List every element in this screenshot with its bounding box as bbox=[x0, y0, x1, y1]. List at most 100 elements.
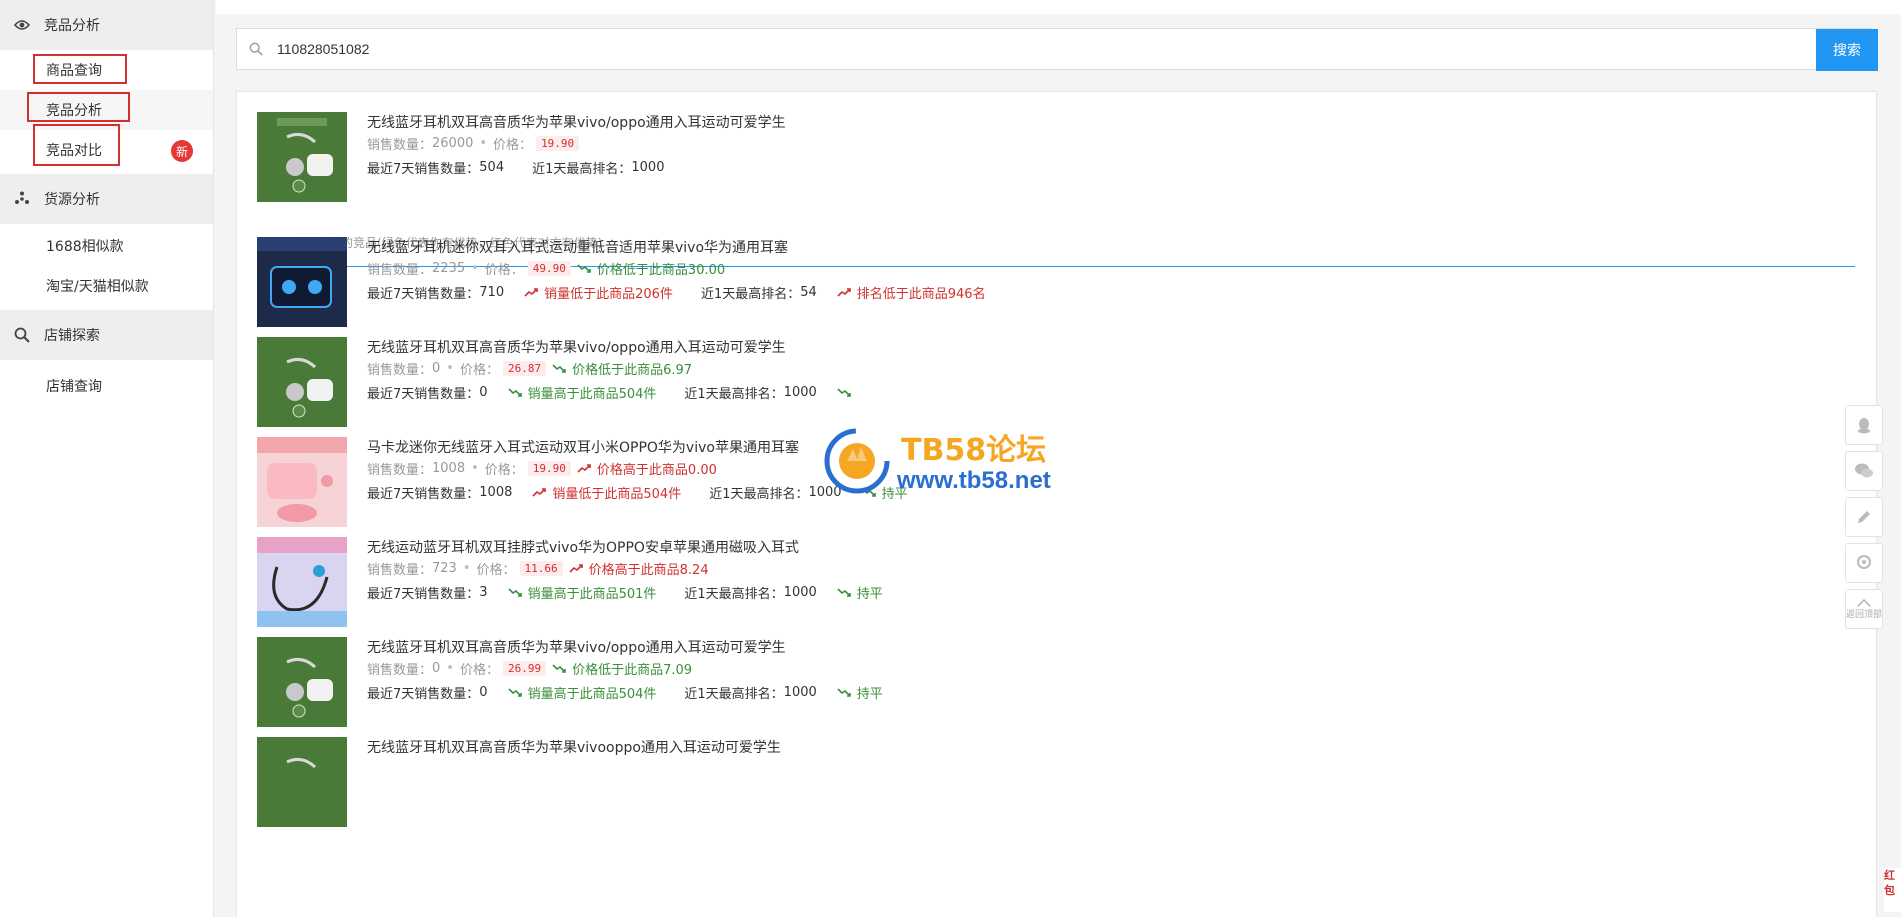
sales7-label: 最近7天销售数量： bbox=[367, 687, 480, 702]
results-panel: 无线蓝牙耳机双耳高音质华为苹果vivo/oppo通用入耳运动可爱学生 销售数量：… bbox=[236, 91, 1877, 917]
price-value: 11.66 bbox=[519, 561, 563, 576]
trend-down-icon bbox=[507, 688, 528, 697]
trend-up-icon bbox=[532, 488, 552, 497]
chat-icon bbox=[1855, 463, 1873, 478]
price-label: 价格： bbox=[484, 263, 524, 278]
trend-down-icon bbox=[837, 588, 857, 597]
sales7-value: 1008 bbox=[479, 485, 513, 500]
sidebar-item-shop-query[interactable]: 店铺查询 bbox=[0, 366, 213, 406]
location-icon bbox=[1857, 555, 1871, 569]
product-image[interactable] bbox=[257, 237, 347, 327]
watermark: TB58论坛 www.tb58.net bbox=[823, 425, 1083, 495]
rank-value: 1000 bbox=[783, 385, 817, 400]
sidebar-group-source-analysis[interactable]: 货源分析 bbox=[0, 174, 213, 224]
wechat-button[interactable] bbox=[1845, 451, 1883, 491]
price-compare-text: 价格高于此商品0.00 bbox=[596, 463, 717, 478]
product-title[interactable]: 无线蓝牙耳机双耳高音质华为苹果vivooppo通用入耳运动可爱学生 bbox=[367, 737, 781, 757]
product-image[interactable] bbox=[257, 112, 347, 202]
location-button[interactable] bbox=[1845, 543, 1883, 583]
back-to-top-label: 返回顶部 bbox=[1846, 609, 1883, 620]
search-input[interactable] bbox=[277, 37, 1677, 61]
sales-value: 723 bbox=[432, 561, 457, 576]
rank-compare-text: 持平 bbox=[856, 587, 883, 602]
product-title[interactable]: 无线蓝牙耳机双耳高音质华为苹果vivo/oppo通用入耳运动可爱学生 bbox=[367, 112, 786, 132]
product-image[interactable] bbox=[257, 637, 347, 727]
rank-label: 近1天最高排名： bbox=[532, 162, 632, 177]
sidebar-group-shop-explore[interactable]: 店铺探索 bbox=[0, 310, 213, 360]
trend-up-icon bbox=[577, 464, 597, 473]
search-button[interactable]: 搜索 bbox=[1816, 29, 1878, 71]
sidebar-group-competitor-analysis[interactable]: 竞品分析 bbox=[0, 0, 213, 50]
product-image[interactable] bbox=[257, 737, 347, 827]
search-icon bbox=[249, 41, 265, 57]
separator-dot: • bbox=[446, 361, 454, 376]
sales-compare-text: 销量高于此商品501件 bbox=[527, 587, 657, 602]
sales-compare: 销量高于此商品504件 bbox=[507, 683, 657, 702]
sidebar: 竞品分析 商品查询 竞品分析 竞品对比 新 货源分析 1688相似款 淘宝/天猫… bbox=[0, 0, 214, 917]
product-title[interactable]: 马卡龙迷你无线蓝牙入耳式运动双耳小米OPPO华为vivo苹果通用耳塞 bbox=[367, 437, 799, 457]
sidebar-item-taobao-similar[interactable]: 淘宝/天猫相似款 bbox=[0, 266, 213, 306]
sales-compare-text: 销量高于此商品504件 bbox=[527, 687, 657, 702]
watermark-url: www.tb58.net bbox=[897, 467, 1051, 494]
sales-compare-text: 销量高于此商品504件 bbox=[527, 387, 657, 402]
rank-compare: 排名低于此商品946名 bbox=[837, 283, 986, 302]
product-image[interactable] bbox=[257, 337, 347, 427]
separator-dot: • bbox=[471, 461, 479, 476]
sales7-label: 最近7天销售数量： bbox=[367, 587, 480, 602]
app-root: 竞品分析 商品查询 竞品分析 竞品对比 新 货源分析 1688相似款 淘宝/天猫… bbox=[0, 0, 1901, 917]
trend-up-icon bbox=[524, 288, 544, 297]
product-image[interactable] bbox=[257, 537, 347, 627]
sidebar-item-competitor-compare[interactable]: 竞品对比 新 bbox=[0, 124, 213, 170]
sales-label: 销售数量： bbox=[367, 138, 433, 153]
qq-button[interactable] bbox=[1845, 405, 1883, 445]
highlight-box bbox=[33, 54, 127, 84]
trend-down-icon bbox=[837, 688, 857, 697]
product-stats: 最近7天销售数量： 0 销量高于此商品504件 近1天最高排名： 1000 持平 bbox=[367, 683, 883, 702]
trend-down-icon bbox=[552, 364, 572, 373]
trend-up-icon bbox=[837, 288, 857, 297]
price-value: 19.90 bbox=[536, 136, 580, 151]
rank-compare: 持平 bbox=[837, 583, 883, 602]
sales-compare: 销量高于此商品501件 bbox=[507, 583, 657, 602]
red-packet-button[interactable]: 红包 bbox=[1884, 868, 1901, 912]
competitor-item: 无线运动蓝牙耳机双耳挂脖式vivo华为OPPO安卓苹果通用磁吸入耳式 销售数量：… bbox=[257, 537, 1757, 629]
sales-compare: 销量高于此商品504件 bbox=[507, 383, 657, 402]
price-compare: 价格低于此商品7.09 bbox=[552, 659, 692, 678]
feedback-button[interactable] bbox=[1845, 497, 1883, 537]
product-title[interactable]: 无线蓝牙耳机双耳高音质华为苹果vivo/oppo通用入耳运动可爱学生 bbox=[367, 637, 786, 657]
product-sales-price: 销售数量： 2235 • 价格： 49.90 价格低于此商品30.00 bbox=[367, 259, 725, 278]
sidebar-item-1688-similar[interactable]: 1688相似款 bbox=[0, 226, 213, 266]
back-to-top-button[interactable]: 返回顶部 bbox=[1845, 589, 1883, 629]
product-title[interactable]: 无线蓝牙耳机迷你双耳入耳式运动重低音适用苹果vivo华为通用耳塞 bbox=[367, 237, 788, 257]
rank-compare bbox=[837, 388, 857, 397]
product-stats: 最近7天销售数量： 710 销量低于此商品206件 近1天最高排名： 54 排名… bbox=[367, 283, 986, 302]
sales7-value: 0 bbox=[479, 685, 488, 700]
product-title[interactable]: 无线运动蓝牙耳机双耳挂脖式vivo华为OPPO安卓苹果通用磁吸入耳式 bbox=[367, 537, 799, 557]
trend-down-icon bbox=[577, 264, 597, 273]
trend-down-icon bbox=[507, 588, 528, 597]
rank-value: 1000 bbox=[783, 685, 817, 700]
rank-label: 近1天最高排名： bbox=[700, 287, 801, 302]
price-value: 26.99 bbox=[502, 661, 547, 676]
sidebar-item-product-query[interactable]: 商品查询 bbox=[0, 50, 213, 90]
product-image[interactable] bbox=[257, 437, 347, 527]
price-compare: 价格低于此商品30.00 bbox=[577, 259, 725, 278]
sidebar-group-label: 店铺探索 bbox=[44, 328, 100, 344]
product-stats: 最近7天销售数量： 0 销量高于此商品504件 近1天最高排名： 1000 bbox=[367, 383, 857, 402]
product-stats: 最近7天销售数量： 504 近1天最高排名： 1000 bbox=[367, 158, 664, 177]
separator-dot: • bbox=[479, 136, 488, 151]
price-value: 49.90 bbox=[527, 261, 571, 276]
price-label: 价格： bbox=[493, 138, 533, 153]
product-title[interactable]: 无线蓝牙耳机双耳高音质华为苹果vivo/oppo通用入耳运动可爱学生 bbox=[367, 337, 786, 357]
trend-down-icon bbox=[837, 388, 857, 397]
sales-label: 销售数量： bbox=[367, 463, 433, 478]
price-compare-text: 价格低于此商品6.97 bbox=[572, 363, 693, 378]
sidebar-group-label: 货源分析 bbox=[44, 192, 100, 208]
sales-compare: 销量低于此商品504件 bbox=[532, 483, 681, 502]
price-label: 价格： bbox=[484, 463, 524, 478]
rank-label: 近1天最高排名： bbox=[684, 587, 784, 602]
trend-down-icon bbox=[507, 388, 528, 397]
sales7-value: 504 bbox=[479, 160, 505, 175]
price-compare-text: 价格高于此商品8.24 bbox=[588, 563, 709, 578]
watermark-logo-icon bbox=[824, 428, 890, 494]
